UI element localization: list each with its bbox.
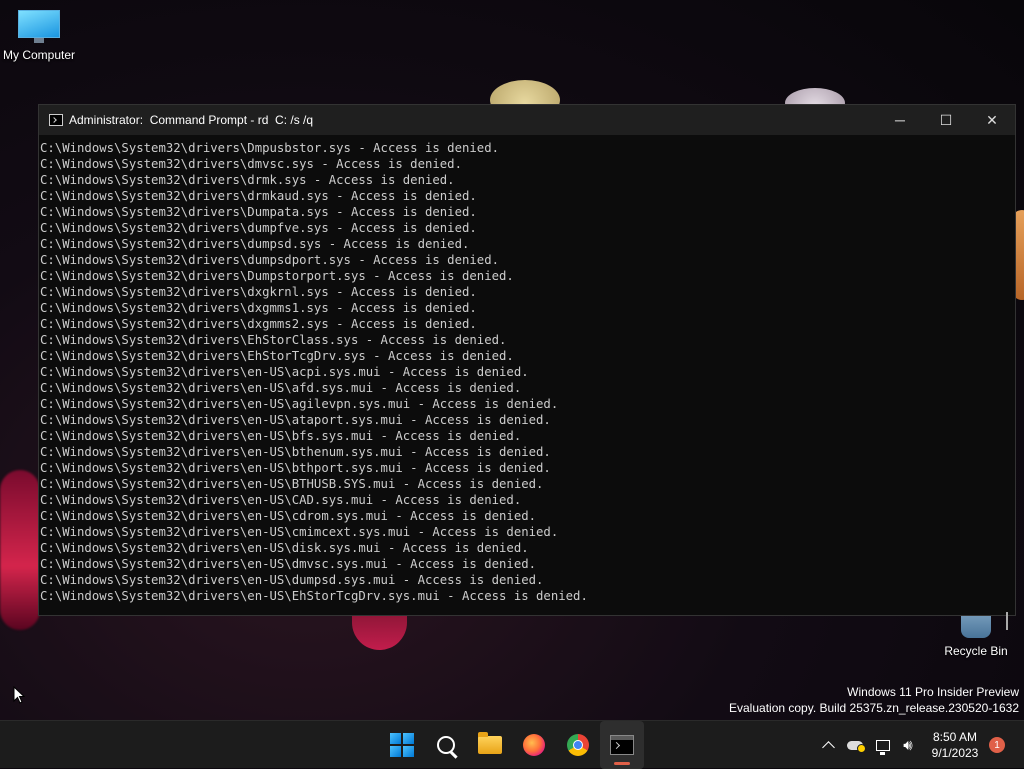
console-line: C:\Windows\System32\drivers\en-US\EhStor… <box>40 589 588 603</box>
console-line: C:\Windows\System32\drivers\drmk.sys - A… <box>40 173 455 187</box>
scrollbar-thumb[interactable] <box>1006 612 1008 630</box>
console-line: C:\Windows\System32\drivers\en-US\cmimce… <box>40 525 559 539</box>
console-line: C:\Windows\System32\drivers\en-US\atapor… <box>40 413 551 427</box>
folder-icon <box>478 732 502 754</box>
file-explorer-button[interactable] <box>468 721 512 769</box>
clock-date: 9/1/2023 <box>931 746 979 760</box>
chevron-up-icon <box>821 740 835 754</box>
console-line: C:\Windows\System32\drivers\Dmpusbstor.s… <box>40 141 500 155</box>
onedrive-button[interactable] <box>839 721 871 769</box>
network-icon <box>876 739 890 755</box>
search-icon <box>437 736 455 754</box>
network-button[interactable] <box>871 721 895 769</box>
volume-button[interactable]: 🔊︎ <box>895 721 921 769</box>
console-line: C:\Windows\System32\drivers\dxgkrnl.sys … <box>40 285 477 299</box>
console-line: C:\Windows\System32\drivers\EhStorClass.… <box>40 333 507 347</box>
window-title: Administrator: Command Prompt - rd C: /s… <box>69 113 314 127</box>
console-line: C:\Windows\System32\drivers\dxgmms2.sys … <box>40 317 477 331</box>
close-button[interactable]: ✕ <box>969 105 1015 135</box>
console-line: C:\Windows\System32\drivers\EhStorTcgDrv… <box>40 349 514 363</box>
wallpaper-shape <box>0 470 40 630</box>
monitor-icon <box>18 10 60 43</box>
console-line: C:\Windows\System32\drivers\en-US\dmvsc.… <box>40 557 537 571</box>
terminal-icon <box>610 735 634 755</box>
command-prompt-icon <box>49 114 63 126</box>
console-line: C:\Windows\System32\drivers\en-US\acpi.s… <box>40 365 529 379</box>
console-line: C:\Windows\System32\drivers\en-US\afd.sy… <box>40 381 522 395</box>
console-line: C:\Windows\System32\drivers\en-US\cdrom.… <box>40 509 537 523</box>
mouse-pointer-icon <box>13 686 25 704</box>
search-button[interactable] <box>424 721 468 769</box>
console-line: C:\Windows\System32\drivers\Dumpata.sys … <box>40 205 477 219</box>
evaluation-watermark: Windows 11 Pro Insider Preview Evaluatio… <box>729 684 1019 716</box>
console-line: C:\Windows\System32\drivers\dxgmms1.sys … <box>40 301 477 315</box>
watermark-edition: Windows 11 Pro Insider Preview <box>847 685 1019 699</box>
wallpaper-shape <box>352 610 407 650</box>
command-prompt-window: Administrator: Command Prompt - rd C: /s… <box>38 104 1016 630</box>
windows-start-icon <box>390 733 414 757</box>
running-indicator <box>614 762 630 765</box>
firefox-icon <box>523 734 545 756</box>
window-titlebar[interactable]: Administrator: Command Prompt - rd C: /s… <box>39 105 1015 135</box>
console-output[interactable]: C:\Windows\System32\drivers\Dmpusbstor.s… <box>39 136 999 615</box>
console-line: C:\Windows\System32\drivers\dumpfve.sys … <box>40 221 477 235</box>
console-line: C:\Windows\System32\drivers\dumpsdport.s… <box>40 253 500 267</box>
console-line: C:\Windows\System32\drivers\dumpsd.sys -… <box>40 237 470 251</box>
console-line: C:\Windows\System32\drivers\en-US\dumpsd… <box>40 573 544 587</box>
chrome-button[interactable] <box>556 721 600 769</box>
show-hidden-icons-button[interactable] <box>817 721 839 769</box>
console-line: C:\Windows\System32\drivers\en-US\CAD.sy… <box>40 493 522 507</box>
console-line: C:\Windows\System32\drivers\Dumpstorport… <box>40 269 514 283</box>
terminal-button[interactable] <box>600 721 644 769</box>
console-line: C:\Windows\System32\drivers\en-US\bthpor… <box>40 461 551 475</box>
clock-button[interactable]: 8:50 AM 9/1/2023 <box>925 729 985 761</box>
desktop-icon-label: My Computer <box>2 48 76 62</box>
watermark-build: Evaluation copy. Build 25375.zn_release.… <box>729 701 1019 715</box>
notification-badge[interactable]: 1 <box>989 737 1005 753</box>
console-line: C:\Windows\System32\drivers\en-US\agilev… <box>40 397 559 411</box>
chrome-icon <box>567 734 589 756</box>
desktop-icon-label: Recycle Bin <box>944 644 1008 658</box>
taskbar: 🔊︎ 8:50 AM 9/1/2023 1 <box>0 720 1024 769</box>
console-line: C:\Windows\System32\drivers\en-US\bthenu… <box>40 445 551 459</box>
console-line: C:\Windows\System32\drivers\dmvsc.sys - … <box>40 157 462 171</box>
start-button[interactable] <box>380 721 424 769</box>
system-tray: 🔊︎ 8:50 AM 9/1/2023 1 <box>817 721 1024 769</box>
desktop-icon-my-computer[interactable]: My Computer <box>0 10 78 62</box>
console-line: C:\Windows\System32\drivers\en-US\bfs.sy… <box>40 429 522 443</box>
maximize-button[interactable]: ☐ <box>923 105 969 135</box>
console-line: C:\Windows\System32\drivers\en-US\disk.s… <box>40 541 529 555</box>
firefox-button[interactable] <box>512 721 556 769</box>
minimize-button[interactable]: ─ <box>877 105 923 135</box>
console-cursor <box>40 604 999 615</box>
taskbar-apps <box>380 721 644 769</box>
speaker-icon: 🔊︎ <box>903 736 913 754</box>
cloud-warning-icon <box>847 740 866 753</box>
console-line: C:\Windows\System32\drivers\drmkaud.sys … <box>40 189 477 203</box>
vertical-scrollbar[interactable] <box>999 136 1015 630</box>
clock-time: 8:50 AM <box>932 730 978 744</box>
console-line: C:\Windows\System32\drivers\en-US\BTHUSB… <box>40 477 544 491</box>
